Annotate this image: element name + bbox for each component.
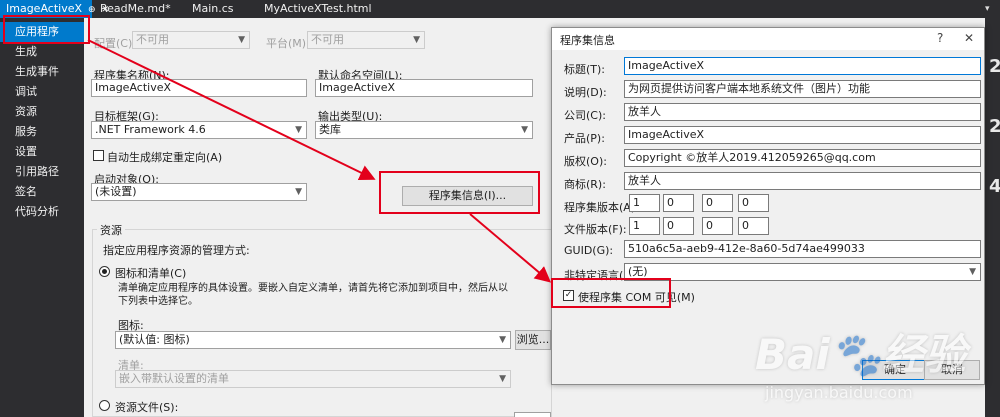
sidebar-item-settings[interactable]: 设置 (0, 142, 84, 162)
sidebar-item-build-events[interactable]: 生成事件 (0, 62, 84, 82)
assembly-name-input[interactable]: ImageActiveX (91, 79, 307, 97)
tab-readme[interactable]: ReadMe.md* (94, 0, 177, 18)
resource-file-radio[interactable] (99, 400, 110, 411)
file-version-build[interactable]: 0 (702, 217, 733, 235)
file-version-label: 文件版本(F): (564, 223, 627, 236)
com-visible-checkbox[interactable]: ✓ (563, 290, 574, 301)
paw-icon: 🐾 (829, 330, 883, 379)
sidebar-item-reference-paths[interactable]: 引用路径 (0, 162, 84, 182)
resource-file-browse[interactable] (514, 412, 551, 417)
product-field-input[interactable]: ImageActiveX (624, 126, 981, 144)
target-framework-dropdown[interactable]: .NET Framework 4.6 ▼ (91, 121, 307, 139)
manifest-dropdown[interactable]: 嵌入带默认设置的清单 ▼ (115, 370, 511, 388)
tab-label: ImageActiveX (6, 2, 83, 15)
dialog-title: 程序集信息 (560, 34, 615, 47)
close-icon[interactable]: ✕ (964, 31, 974, 45)
document-tab-bar: ImageActiveX ⊕ ✕ ReadMe.md* Main.cs MyActi… (0, 0, 1000, 18)
icon-manifest-label: 图标和清单(C) (115, 267, 187, 280)
title-field-label: 标题(T): (564, 63, 606, 76)
tab-label: Main.cs (192, 2, 234, 15)
trademark-field-label: 商标(R): (564, 178, 606, 191)
help-icon[interactable]: ? (937, 31, 943, 45)
baidu-watermark: Bai🐾经验 jingyan.baidu.com (735, 303, 985, 413)
assembly-info-button[interactable]: 程序集信息(I)... (402, 186, 533, 206)
product-field-label: 产品(P): (564, 132, 605, 145)
auto-binding-checkbox[interactable] (93, 150, 104, 161)
file-version-major[interactable]: 1 (629, 217, 660, 235)
guid-label: GUID(G): (564, 244, 614, 257)
sidebar-item-build[interactable]: 生成 (0, 42, 84, 62)
resources-manage-label: 指定应用程序资源的管理方式: (103, 244, 250, 257)
assembly-version-minor[interactable]: 0 (663, 194, 694, 212)
chevron-down-icon: ▼ (413, 35, 420, 45)
property-sidebar: 应用程序 生成 生成事件 调试 资源 服务 设置 引用路径 签名 代码分析 (0, 18, 84, 417)
tab-main-cs[interactable]: Main.cs (186, 0, 240, 18)
chevron-down-icon: ▼ (521, 125, 528, 135)
description-field-label: 说明(D): (564, 86, 607, 99)
platform-dropdown[interactable]: 不可用 ▼ (307, 31, 425, 49)
default-namespace-input[interactable]: ImageActiveX (315, 79, 533, 97)
watermark-brand: Bai🐾经验 (755, 330, 967, 379)
sidebar-item-debug[interactable]: 调试 (0, 82, 84, 102)
auto-binding-label: 自动生成绑定重定向(A) (107, 151, 223, 164)
edge-number: 2 (989, 116, 1000, 137)
tab-overflow-icon[interactable]: ▾ (985, 4, 990, 14)
resources-group-title: 资源 (97, 222, 125, 238)
output-type-dropdown[interactable]: 类库 ▼ (315, 121, 533, 139)
chevron-down-icon: ▼ (499, 335, 506, 345)
edge-number: 4 (989, 176, 1000, 197)
company-field-input[interactable]: 放羊人 (624, 103, 981, 121)
tab-imageactivex[interactable]: ImageActiveX ⊕ ✕ (0, 0, 109, 18)
description-field-input[interactable]: 为网页提供访问客户端本地系统文件（图片）功能 (624, 80, 981, 98)
file-version-revision[interactable]: 0 (738, 217, 769, 235)
tab-myactivextest[interactable]: MyActiveXTest.html (258, 0, 378, 18)
icon-dropdown[interactable]: (默认值: 图标) ▼ (115, 331, 511, 349)
com-visible-label: 使程序集 COM 可见(M) (578, 291, 695, 304)
chevron-down-icon: ▼ (969, 267, 976, 277)
right-editor-gutter (985, 18, 1000, 417)
assembly-version-label: 程序集版本(A): (564, 201, 639, 214)
chevron-down-icon: ▼ (295, 187, 302, 197)
sidebar-item-signing[interactable]: 签名 (0, 182, 84, 202)
watermark-url: jingyan.baidu.com (765, 383, 913, 402)
copyright-field-input[interactable]: Copyright ©放羊人2019.412059265@qq.com (624, 149, 981, 167)
neutral-language-dropdown[interactable]: (无) ▼ (624, 263, 981, 281)
edge-number: 2 (989, 56, 1000, 77)
config-label: 配置(C): (94, 37, 136, 50)
startup-object-dropdown[interactable]: (未设置) ▼ (91, 183, 307, 201)
chevron-down-icon: ▼ (499, 374, 506, 384)
sidebar-item-services[interactable]: 服务 (0, 122, 84, 142)
config-dropdown[interactable]: 不可用 ▼ (132, 31, 250, 49)
file-version-minor[interactable]: 0 (663, 217, 694, 235)
dialog-title-bar: 程序集信息 ? ✕ (552, 28, 984, 50)
tab-label: MyActiveXTest.html (264, 2, 372, 15)
chevron-down-icon: ▼ (238, 35, 245, 45)
sidebar-item-application[interactable]: 应用程序 (0, 22, 84, 42)
trademark-field-input[interactable]: 放羊人 (624, 172, 981, 190)
copyright-field-label: 版权(O): (564, 155, 607, 168)
sidebar-item-code-analysis[interactable]: 代码分析 (0, 202, 84, 222)
icon-manifest-description: 清单确定应用程序的具体设置。要嵌入自定义清单，请首先将它添加到项目中，然后从以下… (118, 283, 508, 307)
title-field-input[interactable]: ImageActiveX (624, 57, 981, 75)
resource-file-label: 资源文件(S): (115, 401, 179, 414)
chevron-down-icon: ▼ (295, 125, 302, 135)
platform-label: 平台(M): (266, 37, 310, 50)
tab-label: ReadMe.md* (100, 2, 171, 15)
company-field-label: 公司(C): (564, 109, 606, 122)
icon-manifest-radio[interactable] (99, 266, 110, 277)
assembly-version-revision[interactable]: 0 (738, 194, 769, 212)
checkmark-icon: ✓ (564, 290, 573, 300)
assembly-version-build[interactable]: 0 (702, 194, 733, 212)
browse-button[interactable]: 浏览... (515, 330, 551, 350)
assembly-version-major[interactable]: 1 (629, 194, 660, 212)
guid-input[interactable]: 510a6c5a-aeb9-412e-8a60-5d74ae499033 (624, 240, 981, 258)
sidebar-item-resources[interactable]: 资源 (0, 102, 84, 122)
